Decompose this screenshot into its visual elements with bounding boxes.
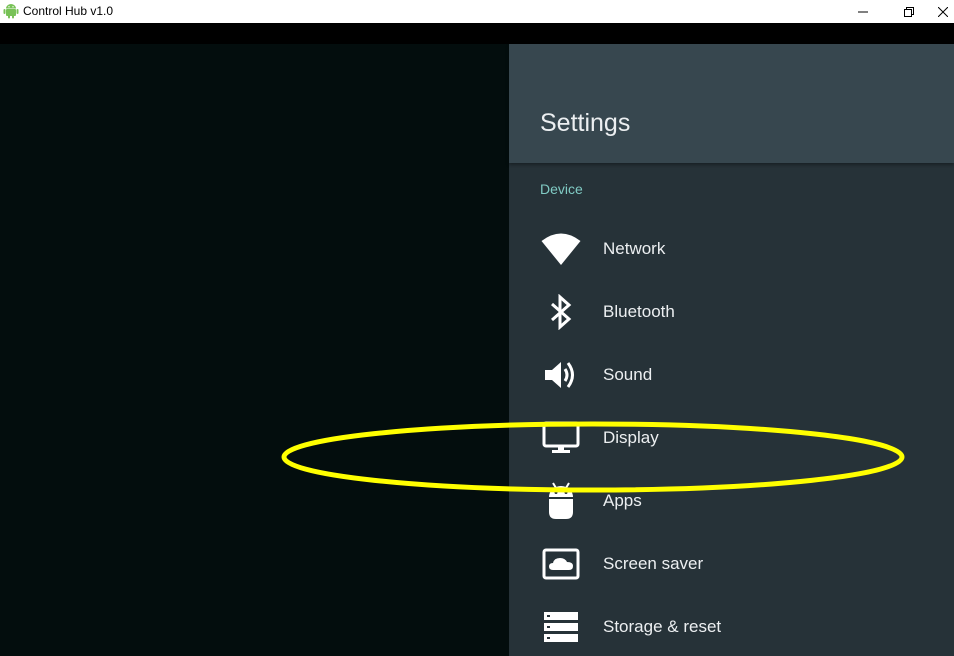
settings-item-label: Display bbox=[603, 428, 659, 447]
settings-item-label: Sound bbox=[603, 365, 653, 384]
settings-item-storage-reset[interactable]: Storage & reset bbox=[509, 595, 954, 656]
android-icon bbox=[3, 3, 19, 19]
minimize-icon bbox=[858, 7, 868, 17]
speaker-icon bbox=[539, 355, 583, 395]
settings-item-label: Apps bbox=[603, 491, 642, 510]
monitor-icon bbox=[539, 418, 583, 458]
wifi-icon bbox=[539, 229, 583, 269]
settings-item-label: Storage & reset bbox=[603, 617, 722, 636]
close-button[interactable] bbox=[932, 0, 954, 23]
device-screen[interactable]: Settings Device Network Bluetooth Sound … bbox=[0, 44, 954, 656]
restore-button[interactable] bbox=[886, 0, 932, 23]
close-icon bbox=[938, 6, 948, 17]
settings-item-sound[interactable]: Sound bbox=[509, 343, 954, 406]
screen-saver-icon bbox=[539, 544, 583, 584]
settings-item-network[interactable]: Network bbox=[509, 217, 954, 280]
emulator-toolbar-strip bbox=[0, 23, 954, 44]
settings-item-screen-saver[interactable]: Screen saver bbox=[509, 532, 954, 595]
settings-header: Settings bbox=[509, 44, 954, 163]
settings-item-display[interactable]: Display bbox=[509, 406, 954, 469]
emulator-window: Control Hub v1.0 Settings Device Network… bbox=[0, 0, 954, 656]
minimize-button[interactable] bbox=[840, 0, 886, 23]
settings-item-label: Bluetooth bbox=[603, 302, 675, 321]
settings-item-label: Screen saver bbox=[603, 554, 704, 573]
bluetooth-icon bbox=[539, 292, 583, 332]
settings-item-label: Network bbox=[603, 239, 666, 258]
restore-icon bbox=[904, 6, 914, 17]
section-label-device: Device bbox=[540, 181, 583, 197]
title-bar[interactable]: Control Hub v1.0 bbox=[0, 0, 954, 23]
android-icon bbox=[539, 481, 583, 521]
page-title: Settings bbox=[540, 109, 631, 137]
window-title: Control Hub v1.0 bbox=[23, 4, 114, 18]
storage-icon bbox=[539, 607, 583, 647]
settings-panel: Settings Device Network Bluetooth Sound … bbox=[509, 44, 954, 656]
settings-item-apps[interactable]: Apps bbox=[509, 469, 954, 532]
settings-item-bluetooth[interactable]: Bluetooth bbox=[509, 280, 954, 343]
